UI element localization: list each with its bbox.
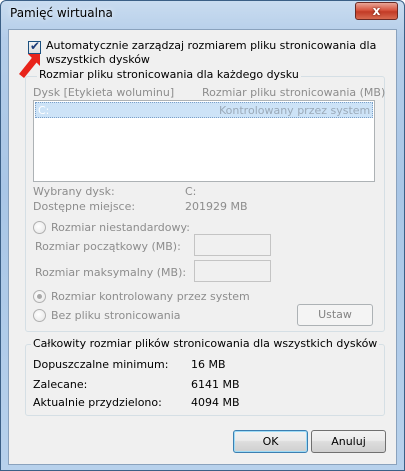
ok-button[interactable]: OK xyxy=(233,430,308,453)
min-label: Dopuszczalne minimum: xyxy=(33,358,169,371)
checkmark-icon: ✔ xyxy=(30,39,41,53)
min-value: 16 MB xyxy=(191,358,226,371)
totals-group-title: Całkowity rozmiar plików stronicowania d… xyxy=(31,337,380,350)
initial-size-input[interactable] xyxy=(194,234,271,256)
allocated-label: Aktualnie przydzielono: xyxy=(33,396,162,409)
system-managed-label[interactable]: Rozmiar kontrolowany przez system xyxy=(51,290,250,303)
custom-size-label[interactable]: Rozmiar niestandardowy: xyxy=(51,221,190,234)
free-space-value: 201929 MB xyxy=(185,200,248,213)
close-button[interactable]: x xyxy=(355,2,398,20)
auto-manage-label[interactable]: Automatycznie zarządzaj rozmiarem pliku … xyxy=(46,39,386,67)
virtual-memory-window: Pamięć wirtualna x ✔ Automatycznie zarzą… xyxy=(0,0,405,471)
recommended-value: 6141 MB xyxy=(191,378,240,391)
selected-drive-value: C: xyxy=(185,185,197,198)
no-paging-radio[interactable] xyxy=(33,309,46,322)
set-button[interactable]: Ustaw xyxy=(297,304,373,326)
allocated-value: 4094 MB xyxy=(191,396,240,409)
dialog-client-area: ✔ Automatycznie zarządzaj rozmiarem plik… xyxy=(8,29,397,465)
drive-row-size: Kontrolowany przez system xyxy=(219,104,371,117)
drive-row-c[interactable]: C: Kontrolowany przez system xyxy=(35,102,373,118)
recommended-label: Zalecane: xyxy=(33,378,88,391)
title-bar[interactable]: Pamięć wirtualna x xyxy=(1,1,404,25)
auto-manage-checkbox[interactable]: ✔ xyxy=(28,39,41,54)
drive-row-drive: C: xyxy=(38,104,50,117)
free-space-label: Dostępne miejsce: xyxy=(33,200,136,213)
column-header-drive: Dysk [Etykieta woluminu] xyxy=(33,86,175,99)
column-header-size: Rozmiar pliku stronicowania (MB) xyxy=(202,86,386,99)
max-size-label: Rozmiar maksymalny (MB): xyxy=(35,266,187,279)
drive-list[interactable]: C: Kontrolowany przez system xyxy=(33,100,375,182)
cancel-button[interactable]: Anuluj xyxy=(311,430,386,453)
custom-size-radio[interactable] xyxy=(33,221,46,234)
per-drive-group-title: Rozmiar pliku stronicowania dla każdego … xyxy=(37,68,301,81)
max-size-input[interactable] xyxy=(194,260,271,282)
selected-drive-label: Wybrany dysk: xyxy=(33,185,115,198)
window-title: Pamięć wirtualna xyxy=(10,6,113,20)
initial-size-label: Rozmiar początkowy (MB): xyxy=(35,240,181,253)
system-managed-radio[interactable] xyxy=(33,290,46,303)
no-paging-label[interactable]: Bez pliku stronicowania xyxy=(51,309,181,322)
